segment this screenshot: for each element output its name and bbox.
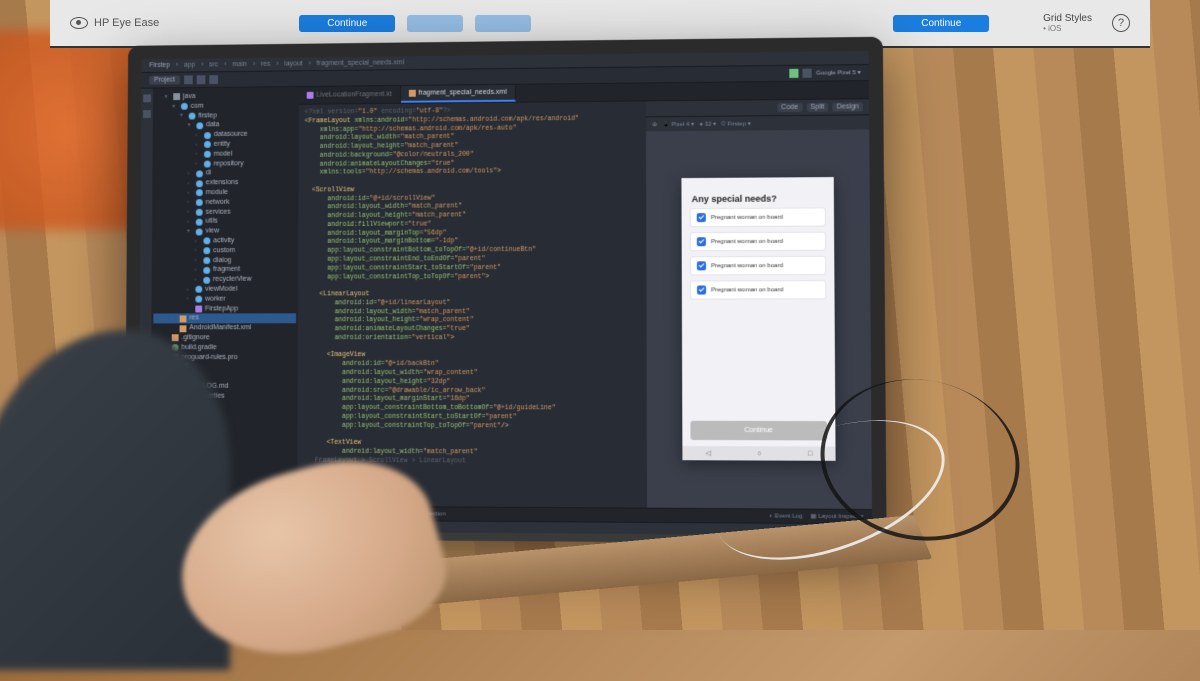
checkbox-icon bbox=[697, 261, 706, 270]
design-view-button[interactable]: Design bbox=[832, 102, 862, 111]
api-selector[interactable]: ● 32 ▾ bbox=[699, 120, 716, 127]
code-editor[interactable]: <?xml version="1.0" encoding="utf-8"?> <… bbox=[297, 101, 647, 507]
tab-livelocation[interactable]: LiveLocationFragment.kt bbox=[299, 86, 401, 104]
checkbox-option[interactable]: Pregnant woman on board bbox=[690, 280, 826, 300]
tab-placeholder bbox=[475, 15, 531, 32]
split-view-button[interactable]: Split bbox=[806, 103, 828, 112]
code-view-button[interactable]: Code bbox=[777, 103, 802, 112]
checkbox-icon bbox=[697, 285, 706, 294]
checkbox-option[interactable]: Pregnant woman on board bbox=[690, 207, 826, 227]
checkbox-option[interactable]: Pregnant woman on board bbox=[690, 232, 826, 252]
continue-button[interactable]: Continue bbox=[299, 15, 395, 32]
eye-icon bbox=[70, 17, 88, 29]
checkbox-option[interactable]: Pregnant woman on board bbox=[690, 256, 826, 276]
help-icon[interactable]: ? bbox=[1112, 14, 1130, 32]
device-selector[interactable]: 📱 Pixel 4 ▾ bbox=[662, 120, 694, 127]
toolbar-icon[interactable] bbox=[196, 75, 205, 84]
project-selector[interactable]: Project bbox=[149, 76, 180, 85]
tab-fragment-xml[interactable]: fragment_special_needs.xml bbox=[401, 85, 516, 103]
grid-styles-label: Grid Styles • iOS bbox=[1043, 13, 1092, 33]
device-preview: Any special needs? Pregnant woman on boa… bbox=[681, 177, 835, 461]
checkbox-icon bbox=[697, 213, 706, 222]
toolbar-icon[interactable] bbox=[184, 75, 193, 84]
toolbar-icon[interactable] bbox=[209, 75, 218, 84]
checkbox-icon bbox=[697, 237, 706, 246]
hp-eye-ease-label: HP Eye Ease bbox=[70, 17, 159, 29]
resource-manager-icon[interactable] bbox=[143, 110, 151, 118]
theme-selector[interactable]: © Firstep ▾ bbox=[721, 120, 751, 127]
debug-icon[interactable] bbox=[803, 69, 812, 78]
run-icon[interactable] bbox=[790, 69, 799, 78]
structure-icon[interactable] bbox=[143, 94, 151, 102]
screen-title: Any special needs? bbox=[681, 187, 833, 208]
tab-placeholder bbox=[407, 15, 463, 32]
zoom-icon[interactable]: ⊕ bbox=[652, 121, 657, 128]
continue-button[interactable]: Continue bbox=[893, 15, 989, 32]
